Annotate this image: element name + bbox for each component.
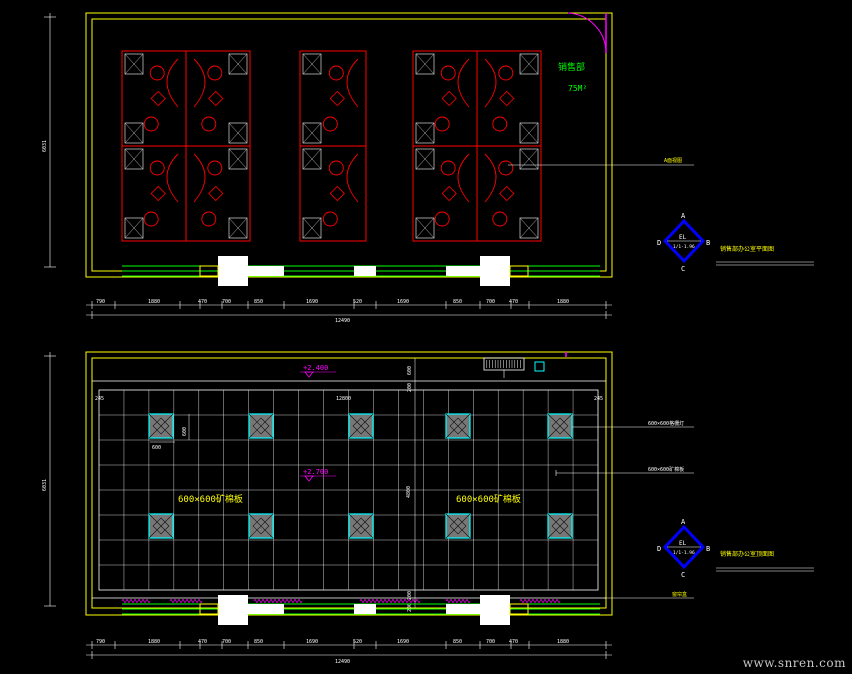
callout-curtain: 窗帘盒 [672, 591, 687, 598]
plan-total-dim: 12490 [335, 318, 350, 324]
svg-text:200: 200 [407, 383, 413, 392]
svg-text:B: B [706, 239, 710, 247]
dimension-label: 1880 [148, 299, 160, 305]
dimension-label: 1690 [397, 639, 409, 645]
svg-text:D: D [657, 239, 661, 247]
tile-size-h: 600 [152, 445, 161, 451]
dimension-label: 850 [254, 639, 263, 645]
ceiling-total-dim: 12490 [335, 659, 350, 665]
svg-text:EL: EL [679, 540, 687, 547]
plan-index-caption: 销售部办公室平面图 [720, 245, 774, 253]
column [218, 256, 248, 286]
callout-light: 600×600格栅灯 [648, 420, 684, 427]
svg-text:B: B [706, 545, 710, 553]
dimension-label: 520 [353, 639, 362, 645]
dimension-label: 700 [222, 299, 231, 305]
dimension-label: 470 [198, 639, 207, 645]
svg-text:1/1-1.96: 1/1-1.96 [673, 244, 695, 250]
svg-text:D: D [657, 545, 661, 553]
watermark: www.snren.com [742, 656, 846, 670]
dimension-label: 1880 [148, 639, 160, 645]
svg-text:600: 600 [407, 366, 413, 375]
ceiling-label-left: 600×600矿棉板 [178, 493, 243, 505]
dimension-label: 790 [96, 639, 105, 645]
dimension-label: 470 [509, 639, 518, 645]
plan-height-dim: 6031 [42, 140, 48, 152]
dimension-label: 1880 [557, 639, 569, 645]
room-name: 销售部 [558, 61, 585, 73]
ceiling-label-right: 600×600矿棉板 [456, 493, 521, 505]
dimension-label: 1880 [557, 299, 569, 305]
level-mid: +2.700 [303, 468, 328, 476]
svg-text:EL: EL [679, 234, 687, 241]
cad-drawing-canvas: 销售部 75M² A面视图 6031 790 1880 470 700 850 1690 5… [0, 0, 852, 674]
column [480, 595, 510, 625]
ceiling-edge-left: 245 [95, 396, 104, 402]
dimension-label: 700 [222, 639, 231, 645]
dimension-label: 850 [453, 639, 462, 645]
dimension-label: 850 [453, 299, 462, 305]
dimension-label: 1690 [306, 639, 318, 645]
dimension-label: 790 [96, 299, 105, 305]
ceiling-span: 12800 [336, 396, 351, 402]
callout-tile: 600×600矿棉板 [648, 466, 684, 473]
level-top: +2.400 [303, 364, 328, 372]
dimension-label: 470 [198, 299, 207, 305]
ceiling-height: 4800 [406, 486, 412, 498]
svg-text:1/1-1.96: 1/1-1.96 [673, 550, 695, 556]
dimension-label: 1690 [397, 299, 409, 305]
svg-text:200: 200 [407, 591, 413, 600]
dimension-label: 700 [486, 299, 495, 305]
ceiling-index-caption: 销售部办公室顶面图 [720, 550, 774, 558]
svg-text:C: C [681, 265, 685, 273]
dimension-label: 850 [254, 299, 263, 305]
dimension-label: 1690 [306, 299, 318, 305]
column [480, 256, 510, 286]
dimension-label: 700 [486, 639, 495, 645]
svg-text:C: C [681, 571, 685, 579]
dimension-label: 520 [353, 299, 362, 305]
tile-size-v: 600 [182, 427, 188, 436]
dimension-label: 470 [509, 299, 518, 305]
column [218, 595, 248, 625]
plan-callout: A面视图 [664, 157, 682, 164]
ceiling-height-dim: 6031 [42, 479, 48, 491]
room-area: 75M² [568, 84, 587, 93]
ceiling-edge-right: 245 [594, 396, 603, 402]
